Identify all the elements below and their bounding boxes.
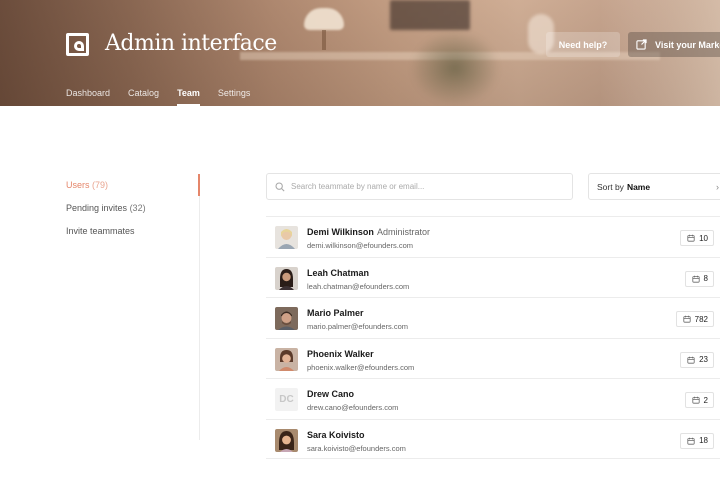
user-row[interactable]: Demi Wilkinson Administrator demi.wilkins… (266, 216, 720, 257)
user-count: 18 (699, 436, 708, 445)
user-count: 23 (699, 355, 708, 364)
app-logo-icon[interactable] (66, 33, 89, 56)
user-row[interactable]: Leah Chatman leah.chatman@efounders.com … (266, 256, 720, 298)
hero-header: Admin interface Need help? Visit your Ma… (0, 0, 720, 106)
user-name-text: Drew Cano (307, 389, 355, 399)
tab-team[interactable]: Team (177, 88, 200, 106)
user-email: demi.wilkinson@efounders.com (307, 241, 413, 250)
user-name: Mario Palmer (307, 308, 367, 318)
user-row[interactable]: Mario Palmer mario.palmer@efounders.com … (266, 297, 720, 338)
app-title: Admin interface (105, 31, 277, 56)
sidebar-item-label: Users (66, 180, 90, 190)
avatar (275, 266, 298, 290)
user-count-badge[interactable]: 23 (680, 351, 714, 368)
search-box[interactable] (266, 173, 573, 200)
user-name: Demi Wilkinson Administrator (307, 227, 430, 237)
user-email: sara.koivisto@efounders.com (307, 443, 406, 453)
user-count: 10 (699, 233, 708, 243)
user-name: Sara Koivisto (307, 430, 368, 440)
sidebar-item-count: (79) (92, 180, 109, 190)
sidebar-item-pending-invites[interactable]: Pending invites (32) (66, 203, 146, 213)
tab-dashboard[interactable]: Dashboard (66, 88, 110, 106)
sort-prefix: Sort by (597, 181, 624, 192)
sidebar-item-label: Pending invites (66, 203, 128, 213)
user-name: Phoenix Walker (307, 349, 377, 359)
hero-lamp-stem (322, 30, 326, 50)
calendar-icon (687, 356, 695, 364)
sidebar-item-label: Invite teammates (66, 226, 135, 236)
external-link-icon (636, 39, 647, 50)
user-count-badge[interactable]: 8 (684, 270, 714, 287)
user-name: Leah Chatman (307, 268, 372, 278)
sidebar-item-users[interactable]: Users (79) (66, 180, 108, 190)
user-list: Demi Wilkinson Administrator demi.wilkins… (266, 216, 720, 459)
user-count: 2 (703, 395, 708, 405)
user-name-text: Phoenix Walker (307, 348, 374, 359)
user-email: mario.palmer@efounders.com (307, 322, 408, 331)
calendar-icon (691, 275, 700, 283)
search-icon (275, 181, 285, 192)
sidebar-item-invite-teammates[interactable]: Invite teammates (66, 226, 135, 236)
user-name-text: Leah Chatman (307, 267, 370, 278)
calendar-icon (687, 234, 695, 242)
user-row[interactable]: Phoenix Walker phoenix.walker@efounders.… (266, 337, 720, 379)
user-name-text: Demi Wilkinson (307, 227, 374, 237)
calendar-icon (691, 396, 700, 404)
user-count-badge[interactable]: 18 (680, 432, 714, 449)
sort-select[interactable]: Sort by Name › (588, 173, 720, 200)
user-count-badge[interactable]: 782 (675, 311, 714, 327)
user-count-badge[interactable]: 10 (680, 230, 714, 246)
user-name-text: Sara Koivisto (307, 429, 365, 440)
user-email: phoenix.walker@efounders.com (307, 362, 415, 372)
user-role: Administrator (376, 227, 430, 237)
user-name-text: Mario Palmer (307, 308, 364, 318)
avatar-initials: DC (275, 388, 298, 411)
user-email: drew.cano@efounders.com (307, 403, 399, 412)
avatar (275, 226, 298, 249)
calendar-icon (687, 437, 695, 445)
tab-catalog[interactable]: Catalog (128, 88, 159, 106)
avatar (275, 307, 298, 330)
avatar (275, 347, 298, 371)
user-count: 8 (703, 274, 708, 283)
team-sidebar: Users (79) Pending invites (32) Invite t… (66, 174, 200, 440)
user-row[interactable]: Sara Koivisto sara.koivisto@efounders.co… (266, 418, 720, 459)
tab-settings[interactable]: Settings (218, 88, 251, 106)
user-row[interactable]: DC Drew Cano drew.cano@efounders.com 2 (266, 378, 720, 419)
visit-marketplace-label: Visit your Marke (655, 39, 720, 50)
sidebar-active-indicator (198, 174, 200, 196)
hero-lamp (304, 8, 344, 30)
user-email: leah.chatman@efounders.com (307, 281, 410, 291)
search-input[interactable] (291, 182, 561, 191)
need-help-button[interactable]: Need help? (546, 32, 620, 57)
visit-marketplace-button[interactable]: Visit your Marke (628, 32, 720, 57)
hero-monitor (390, 0, 470, 30)
user-count-badge[interactable]: 2 (684, 392, 714, 408)
main-tabs: Dashboard Catalog Team Settings (66, 88, 250, 106)
user-name: Drew Cano (307, 389, 357, 399)
chevron-icon: › (716, 182, 719, 192)
sort-value: Name (626, 181, 651, 192)
user-count: 782 (694, 314, 708, 324)
calendar-icon (683, 315, 691, 323)
avatar (275, 428, 298, 452)
sidebar-item-count: (32) (129, 203, 146, 213)
